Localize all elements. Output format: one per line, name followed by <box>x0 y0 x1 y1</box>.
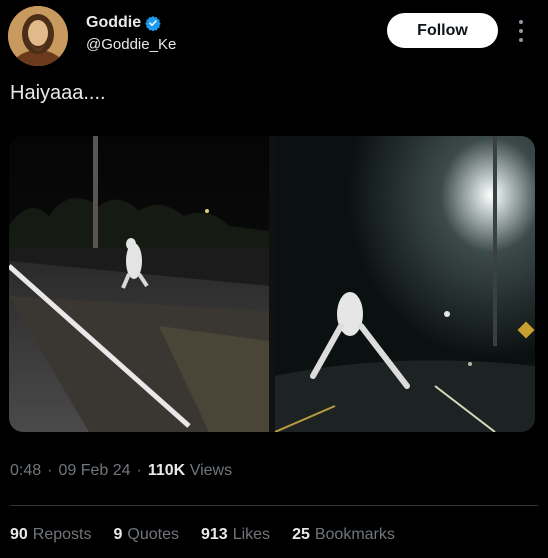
meta-separator: · <box>136 462 142 479</box>
tweet-media[interactable] <box>9 136 535 432</box>
meta-separator: · <box>47 462 53 479</box>
more-options-icon[interactable] <box>512 18 530 44</box>
likes-label: Likes <box>232 526 271 543</box>
quotes-label: Quotes <box>127 526 179 543</box>
bookmarks-count: 25 <box>292 526 310 543</box>
avatar-image <box>8 6 68 66</box>
reposts-stat[interactable]: 90 Reposts <box>10 526 92 544</box>
user-name[interactable]: Goddie <box>86 14 161 32</box>
user-handle[interactable]: @Goddie_Ke <box>86 36 176 53</box>
verified-badge-icon <box>145 16 161 31</box>
quotes-stat[interactable]: 9 Quotes <box>114 526 180 544</box>
engagement-stats: 90 Reposts 9 Quotes 913 Likes 25 Bookmar… <box>10 526 417 544</box>
avatar[interactable] <box>8 6 68 66</box>
quotes-count: 9 <box>113 526 123 543</box>
bookmarks-label: Bookmarks <box>314 526 395 543</box>
divider <box>10 505 538 506</box>
likes-stat[interactable]: 913 Likes <box>201 526 270 544</box>
reposts-label: Reposts <box>32 526 92 543</box>
photo-left-image <box>9 136 269 432</box>
user-name-text[interactable]: Goddie <box>86 14 141 32</box>
views-label: Views <box>189 462 233 479</box>
likes-count: 913 <box>201 526 228 543</box>
tweet-time[interactable]: 0:48 <box>10 462 41 480</box>
follow-button[interactable]: Follow <box>387 13 498 48</box>
photo-right-image <box>275 136 535 432</box>
photo-left[interactable] <box>9 136 269 432</box>
reposts-count: 90 <box>10 526 28 543</box>
views-count: 110K <box>147 462 186 479</box>
tweet-meta: 0:48 · 09 Feb 24 · 110K Views <box>10 462 232 480</box>
photo-right[interactable] <box>275 136 535 432</box>
tweet-date[interactable]: 09 Feb 24 <box>58 462 130 480</box>
views: 110K Views <box>148 462 232 480</box>
tweet-text: Haiyaaa.... <box>10 82 106 104</box>
bookmarks-stat[interactable]: 25 Bookmarks <box>292 526 395 544</box>
tweet-header: Goddie @Goddie_Ke Follow <box>0 0 548 70</box>
